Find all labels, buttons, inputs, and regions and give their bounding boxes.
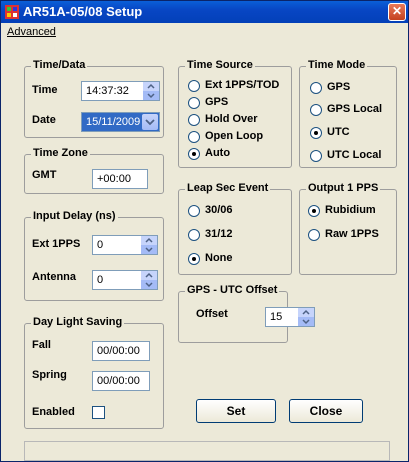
gps-utc-offset-group: GPS - UTC Offset Offset 15 — [178, 284, 315, 343]
date-dropdown-button[interactable] — [142, 114, 158, 130]
time-spinner-icon[interactable] — [143, 82, 159, 100]
ext-1pps-value: 0 — [97, 239, 104, 251]
offset-label: Offset — [196, 308, 228, 320]
radio-label: 30/06 — [205, 204, 233, 216]
radio-label: Auto — [205, 147, 231, 159]
input-delay-group: Input Delay (ns) Ext 1PPS 0 Antenna 0 — [24, 210, 164, 301]
radio-icon — [310, 82, 322, 94]
radio-label: Open Loop — [205, 130, 264, 142]
time-zone-group: Time Zone GMT +00:00 — [24, 147, 164, 194]
radio-label: GPS Local — [327, 103, 383, 115]
output-1pps-group: Output 1 PPS Rubidium Raw 1PPS — [299, 182, 397, 275]
gmt-label: GMT — [32, 169, 57, 181]
radio-label: GPS — [205, 96, 229, 108]
radio-icon — [188, 148, 200, 160]
status-bar — [24, 441, 390, 461]
antenna-label: Antenna — [32, 271, 76, 283]
time-zone-legend: Time Zone — [31, 147, 90, 159]
fall-label: Fall — [32, 339, 51, 351]
gmt-input[interactable]: +00:00 — [92, 169, 148, 189]
offset-spinner-icon[interactable] — [298, 308, 314, 326]
radio-icon — [310, 127, 322, 139]
fall-input[interactable]: 00/00:00 — [92, 341, 150, 361]
time-source-group: Time Source Ext 1PPS/TOD GPS Hold Over O… — [178, 59, 292, 168]
ext-1pps-input[interactable]: 0 — [92, 235, 158, 255]
time-label: Time — [32, 84, 58, 96]
enabled-label: Enabled — [32, 406, 75, 418]
gps-utc-offset-legend: GPS - UTC Offset — [185, 284, 280, 296]
antenna-spinner-icon[interactable] — [141, 271, 157, 289]
radio-icon — [188, 229, 200, 241]
radio-label: Raw 1PPS — [325, 228, 379, 240]
offset-input[interactable]: 15 — [265, 307, 315, 327]
set-button[interactable]: Set — [196, 399, 276, 423]
radio-label: UTC Local — [327, 149, 382, 161]
input-delay-legend: Input Delay (ns) — [31, 210, 118, 222]
radio-label: Ext 1PPS/TOD — [205, 79, 280, 91]
output-1pps-legend: Output 1 PPS — [306, 182, 381, 194]
antenna-value: 0 — [97, 274, 104, 286]
date-combo[interactable]: 15/11/2009 — [81, 112, 160, 132]
radio-label: GPS — [327, 81, 351, 93]
app-icon — [5, 5, 19, 19]
setup-window: AR51A-05/08 Setup ✕ Advanced Time/Data T… — [0, 0, 409, 462]
ext-1pps-spinner-icon[interactable] — [141, 236, 157, 254]
date-label: Date — [32, 114, 56, 126]
menu-bar: Advanced — [1, 23, 408, 43]
time-data-legend: Time/Data — [31, 59, 88, 71]
menu-advanced[interactable]: Advanced — [7, 26, 56, 38]
radio-icon — [188, 114, 200, 126]
time-mode-legend: Time Mode — [306, 59, 368, 71]
menu-advanced-label: Advanced — [7, 26, 56, 38]
time-value: 14:37:32 — [86, 85, 129, 97]
window-title: AR51A-05/08 Setup — [23, 4, 143, 19]
time-data-group: Time/Data Time 14:37:32 Date 15/11/2009 — [24, 59, 164, 138]
spring-label: Spring — [32, 369, 67, 381]
radio-label: None — [205, 252, 233, 264]
radio-icon — [188, 205, 200, 217]
radio-label: Rubidium — [325, 204, 376, 216]
gmt-value: +00:00 — [97, 173, 131, 185]
time-source-legend: Time Source — [185, 59, 255, 71]
radio-label: UTC — [327, 126, 350, 138]
radio-icon — [308, 205, 320, 217]
spring-value: 00/00:00 — [97, 375, 140, 387]
leap-sec-legend: Leap Sec Event — [185, 182, 271, 194]
antenna-input[interactable]: 0 — [92, 270, 158, 290]
chevron-down-icon — [145, 119, 155, 126]
daylight-saving-group: Day Light Saving Fall 00/00:00 Spring 00… — [24, 316, 164, 429]
time-input[interactable]: 14:37:32 — [81, 81, 160, 101]
daylight-legend: Day Light Saving — [31, 316, 125, 328]
time-mode-group: Time Mode GPS GPS Local UTC UTC Local — [299, 59, 397, 168]
date-value: 15/11/2009 — [86, 116, 141, 128]
radio-icon — [310, 150, 322, 162]
radio-icon — [188, 97, 200, 109]
offset-value: 15 — [270, 311, 283, 323]
close-window-button[interactable]: ✕ — [388, 3, 406, 21]
radio-icon — [308, 229, 320, 241]
radio-icon — [188, 253, 200, 265]
radio-icon — [310, 104, 322, 116]
enabled-checkbox[interactable] — [92, 406, 105, 419]
radio-label: 31/12 — [205, 228, 233, 240]
close-button[interactable]: Close — [289, 399, 363, 423]
radio-icon — [188, 131, 200, 143]
fall-value: 00/00:00 — [97, 345, 140, 357]
radio-icon — [188, 80, 200, 92]
spring-input[interactable]: 00/00:00 — [92, 371, 150, 391]
title-bar[interactable]: AR51A-05/08 Setup ✕ — [1, 1, 408, 23]
leap-sec-group: Leap Sec Event 30/06 31/12 None — [178, 182, 292, 275]
ext-1pps-label: Ext 1PPS — [32, 238, 81, 250]
radio-label: Hold Over — [205, 113, 258, 125]
close-icon: ✕ — [391, 4, 403, 18]
